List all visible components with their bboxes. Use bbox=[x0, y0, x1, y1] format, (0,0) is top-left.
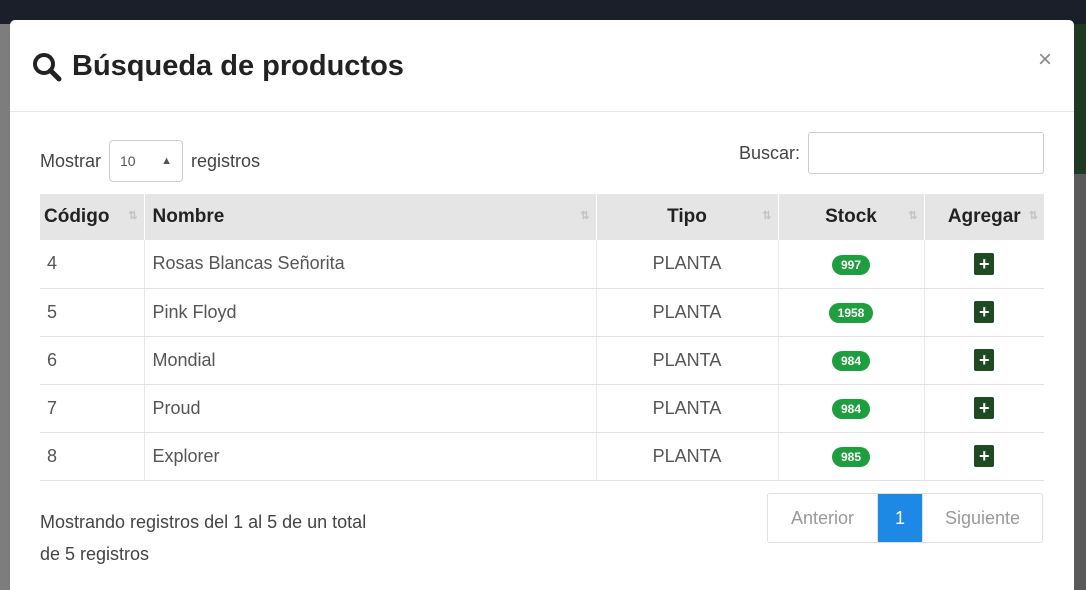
pagination-previous[interactable]: Anterior bbox=[768, 494, 878, 542]
add-product-button[interactable]: + bbox=[974, 397, 995, 419]
table-row: 5 Pink Floyd PLANTA 1958 + bbox=[40, 288, 1044, 337]
cell-type: PLANTA bbox=[596, 240, 779, 289]
table-header-row: Código ⇅ Nombre ⇅ Tipo ⇅ Stock ⇅ Agregar… bbox=[40, 194, 1044, 240]
cell-type: PLANTA bbox=[596, 288, 779, 337]
stock-badge: 984 bbox=[831, 351, 871, 371]
cell-name: Proud bbox=[144, 384, 597, 433]
cell-stock: 985 bbox=[778, 432, 925, 481]
page-length-control: Mostrar 10 ▲︎ registros bbox=[40, 140, 260, 182]
cell-stock: 997 bbox=[778, 240, 925, 289]
modal-header: Búsqueda de productos × bbox=[10, 20, 1074, 112]
cell-code: 4 bbox=[40, 240, 145, 289]
header-type-label: Tipo bbox=[667, 206, 707, 227]
header-code[interactable]: Código ⇅ bbox=[40, 194, 145, 240]
select-arrows-icon: ▲︎ bbox=[161, 155, 173, 167]
sort-icon: ⇅ bbox=[908, 210, 918, 222]
table-info: Mostrando registros del 1 al 5 de un tot… bbox=[40, 506, 460, 570]
records-label: registros bbox=[191, 150, 261, 171]
table-info-line2: de 5 registros bbox=[40, 544, 150, 564]
cell-add: + bbox=[924, 240, 1044, 289]
header-stock[interactable]: Stock ⇅ bbox=[778, 194, 925, 240]
header-stock-label: Stock bbox=[825, 206, 877, 227]
table-row: 4 Rosas Blancas Señorita PLANTA 997 + bbox=[40, 240, 1044, 289]
cell-name: Rosas Blancas Señorita bbox=[144, 240, 597, 289]
cell-stock: 984 bbox=[778, 384, 925, 433]
sort-icon: ⇅ bbox=[128, 210, 138, 222]
modal-title: Búsqueda de productos bbox=[32, 50, 404, 83]
cell-name: Explorer bbox=[144, 432, 597, 481]
cell-add: + bbox=[924, 432, 1044, 481]
search-input[interactable] bbox=[808, 132, 1044, 174]
cell-type: PLANTA bbox=[596, 384, 779, 433]
header-name[interactable]: Nombre ⇅ bbox=[144, 194, 597, 240]
table-row: 8 Explorer PLANTA 985 + bbox=[40, 432, 1044, 481]
add-product-button[interactable]: + bbox=[974, 301, 995, 323]
page-backdrop-accent bbox=[1072, 24, 1086, 174]
header-type[interactable]: Tipo ⇅ bbox=[596, 194, 779, 240]
cell-code: 6 bbox=[40, 336, 145, 385]
stock-badge: 997 bbox=[831, 254, 871, 275]
cell-code: 7 bbox=[40, 384, 145, 433]
products-table: Código ⇅ Nombre ⇅ Tipo ⇅ Stock ⇅ Agregar… bbox=[40, 194, 1044, 481]
close-button[interactable]: × bbox=[1038, 48, 1052, 72]
add-product-button[interactable]: + bbox=[974, 349, 995, 371]
page-length-value: 10 bbox=[120, 153, 136, 169]
stock-badge: 1958 bbox=[828, 303, 874, 323]
search-icon bbox=[33, 52, 62, 81]
search-filter: Buscar: bbox=[739, 132, 1044, 174]
page-length-select[interactable]: 10 ▲︎ bbox=[109, 140, 184, 182]
cell-name: Pink Floyd bbox=[144, 288, 597, 337]
table-row: 6 Mondial PLANTA 984 + bbox=[40, 336, 1044, 385]
cell-code: 5 bbox=[40, 288, 145, 337]
add-product-button[interactable]: + bbox=[974, 445, 995, 467]
table-controls-bar: Mostrar 10 ▲︎ registros Buscar: bbox=[40, 132, 1044, 182]
table-info-line1: Mostrando registros del 1 al 5 de un tot… bbox=[40, 512, 367, 532]
stock-badge: 985 bbox=[831, 447, 871, 467]
cell-stock: 984 bbox=[778, 336, 925, 385]
sort-icon: ⇅ bbox=[1028, 210, 1038, 222]
cell-type: PLANTA bbox=[596, 336, 779, 385]
cell-add: + bbox=[924, 384, 1044, 433]
pagination: Anterior 1 Siguiente bbox=[767, 493, 1043, 543]
sort-icon: ⇅ bbox=[762, 210, 772, 222]
cell-name: Mondial bbox=[144, 336, 597, 385]
header-name-label: Nombre bbox=[152, 206, 225, 227]
cell-type: PLANTA bbox=[596, 432, 779, 481]
cell-add: + bbox=[924, 288, 1044, 337]
cell-code: 8 bbox=[40, 432, 145, 481]
table-row: 7 Proud PLANTA 984 + bbox=[40, 384, 1044, 433]
cell-add: + bbox=[924, 336, 1044, 385]
header-code-label: Código bbox=[44, 206, 110, 227]
sort-icon: ⇅ bbox=[580, 210, 590, 222]
pagination-next[interactable]: Siguiente bbox=[922, 494, 1042, 542]
stock-badge: 984 bbox=[831, 399, 871, 419]
add-product-button[interactable]: + bbox=[974, 252, 995, 275]
cell-stock: 1958 bbox=[778, 288, 925, 337]
pagination-page-1[interactable]: 1 bbox=[878, 494, 922, 542]
header-add-label: Agregar bbox=[947, 206, 1021, 227]
header-add[interactable]: Agregar ⇅ bbox=[924, 194, 1044, 240]
search-label: Buscar: bbox=[738, 142, 800, 163]
modal-title-text: Búsqueda de productos bbox=[72, 50, 404, 82]
show-label: Mostrar bbox=[40, 150, 102, 171]
